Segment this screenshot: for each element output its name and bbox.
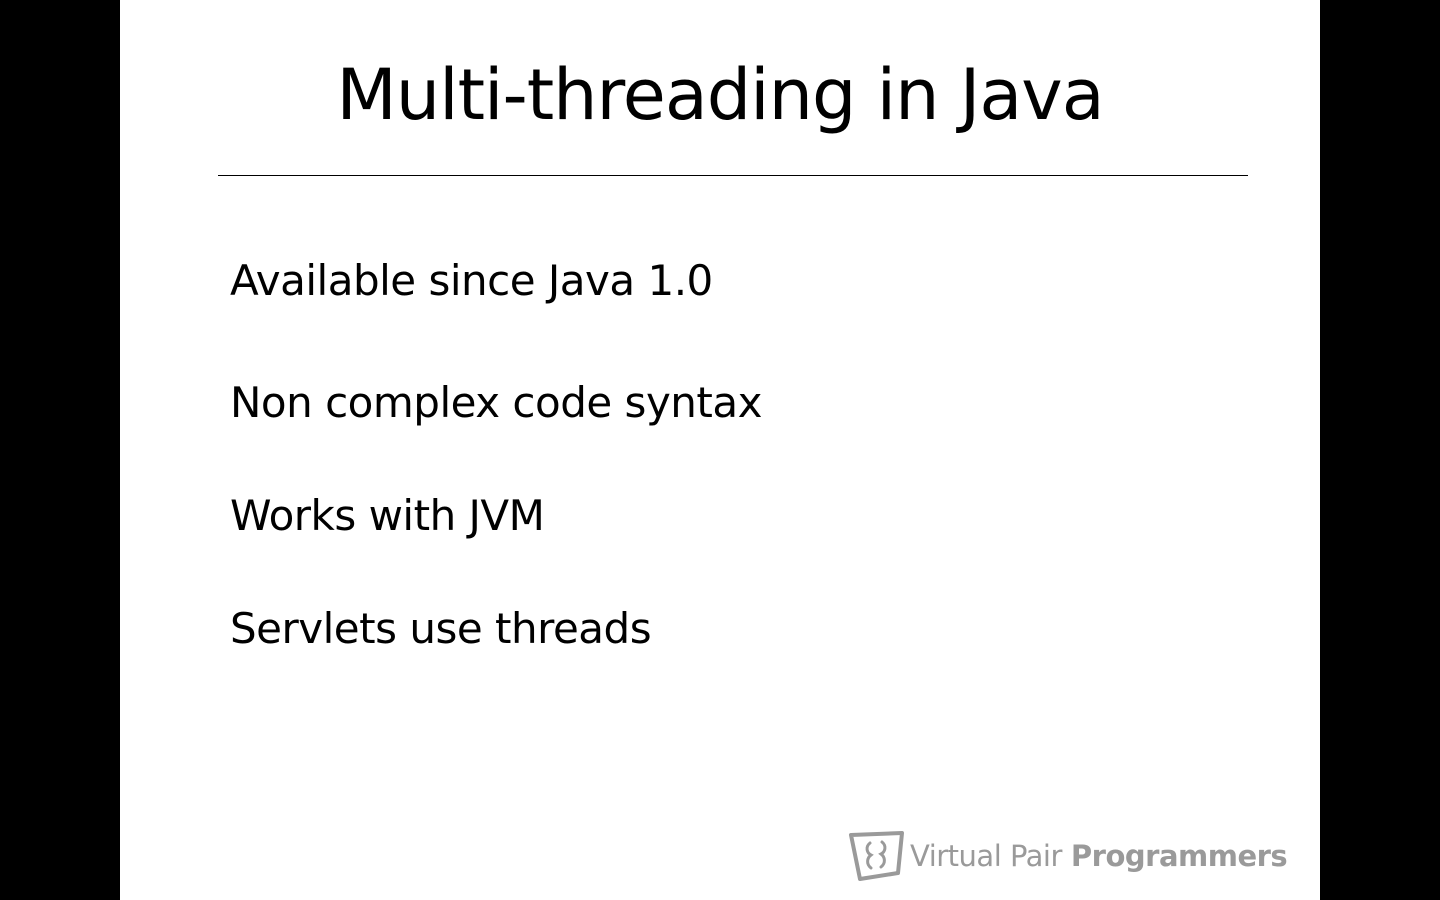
bullet-item: Non complex code syntax [230,378,762,427]
bullet-item: Works with JVM [230,491,545,540]
brand-name-light: Virtual Pair [910,839,1062,873]
letterbox-right [1320,0,1440,900]
brand-name-bold: Programmers [1070,839,1288,873]
title-divider [218,175,1248,176]
brand-watermark: Virtual Pair Programmers [848,828,1288,884]
presentation-slide: Multi-threading in Java Available since … [120,0,1320,900]
slide-title: Multi-threading in Java [336,54,1104,136]
bullet-item: Servlets use threads [230,604,652,653]
bullet-item: Available since Java 1.0 [230,256,713,305]
letterbox-left [0,0,120,900]
vpp-logo-icon [849,831,904,881]
